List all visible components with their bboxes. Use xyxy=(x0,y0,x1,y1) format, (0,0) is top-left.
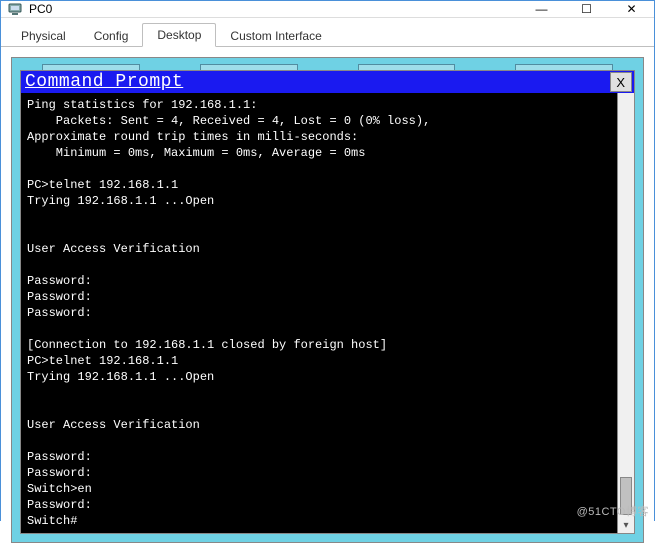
command-prompt-title: Command Prompt xyxy=(25,72,183,92)
terminal-output[interactable]: Ping statistics for 192.168.1.1: Packets… xyxy=(21,93,617,533)
tab-config[interactable]: Config xyxy=(80,25,143,47)
tab-custom-interface[interactable]: Custom Interface xyxy=(216,25,335,47)
command-prompt-body: Ping statistics for 192.168.1.1: Packets… xyxy=(21,93,634,533)
desktop-area: Command Prompt X Ping statistics for 192… xyxy=(11,57,644,543)
maximize-button[interactable]: ☐ xyxy=(564,1,609,17)
command-prompt-window: Command Prompt X Ping statistics for 192… xyxy=(20,70,635,534)
title-left: PC0 xyxy=(7,1,52,17)
app-icon xyxy=(7,1,23,17)
terminal-scrollbar[interactable]: ▾ xyxy=(617,93,634,533)
command-prompt-close-button[interactable]: X xyxy=(610,72,632,92)
tab-physical[interactable]: Physical xyxy=(7,25,80,47)
close-button[interactable]: ✕ xyxy=(609,1,654,17)
titlebar: PC0 — ☐ ✕ xyxy=(1,1,654,18)
content-area: Command Prompt X Ping statistics for 192… xyxy=(1,47,654,553)
window-title: PC0 xyxy=(29,2,52,16)
titlebar-buttons: — ☐ ✕ xyxy=(519,1,654,17)
minimize-button[interactable]: — xyxy=(519,1,564,17)
scrollbar-thumb[interactable] xyxy=(620,477,632,515)
tabstrip: Physical Config Desktop Custom Interface xyxy=(1,18,654,47)
tab-desktop[interactable]: Desktop xyxy=(142,23,216,47)
app-window: PC0 — ☐ ✕ Physical Config Desktop Custom… xyxy=(0,0,655,521)
scrollbar-down-arrow-icon[interactable]: ▾ xyxy=(618,517,634,533)
command-prompt-titlebar[interactable]: Command Prompt X xyxy=(21,71,634,93)
